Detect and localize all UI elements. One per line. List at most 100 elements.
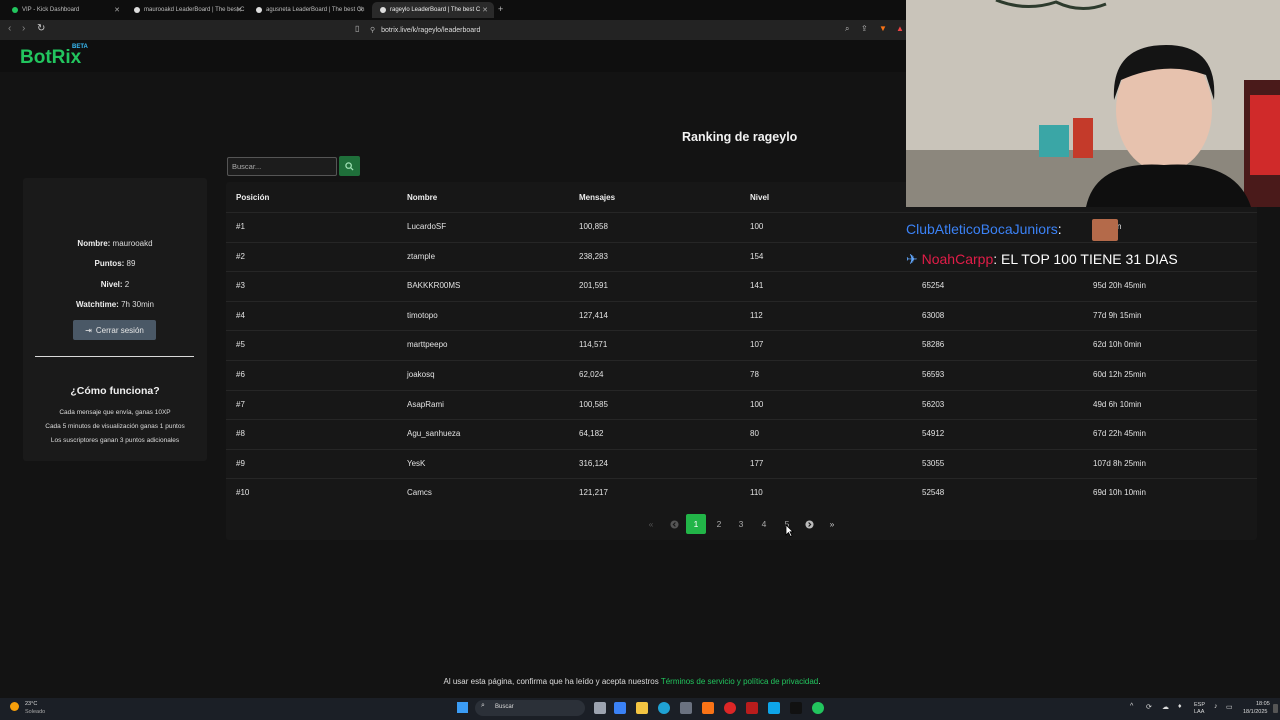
spotify-icon[interactable] [812, 702, 824, 714]
terms-link[interactable]: Términos de servicio y política de priva… [661, 677, 818, 686]
bookmark-icon[interactable]: ▯ [355, 24, 359, 33]
cell-name: joakosq [407, 370, 435, 379]
prev-page-icon[interactable] [664, 514, 684, 534]
page-2-button[interactable]: 2 [709, 514, 729, 534]
cell-watchtime: 69d 10h 10min [1093, 488, 1146, 498]
profile-points: Puntos: 89 [94, 259, 136, 268]
browser-tab[interactable]: VIP - Kick Dashboard ✕ [4, 2, 126, 18]
windows-start-icon[interactable] [457, 702, 468, 713]
cell-position: #1 [236, 222, 245, 231]
zoom-icon[interactable]: ⌕ [845, 24, 849, 34]
share-icon[interactable]: ⇪ [861, 24, 868, 33]
obs-icon[interactable] [746, 702, 758, 714]
battery-icon[interactable]: ▭ [1226, 703, 1233, 711]
page-4-button[interactable]: 4 [754, 514, 774, 534]
last-page-icon[interactable]: » [822, 514, 842, 534]
notes-icon[interactable] [768, 702, 780, 714]
streamer-cam-image [906, 0, 1280, 207]
column-header-position[interactable]: Posición [236, 193, 269, 202]
close-icon[interactable]: ✕ [482, 6, 488, 14]
emote-icon [1092, 219, 1118, 241]
cursor-icon [785, 524, 794, 537]
volume-icon[interactable]: ♪ [1214, 703, 1218, 710]
chat-username: NoahCarpp [921, 251, 994, 267]
divider [35, 356, 194, 357]
task-view-icon[interactable] [594, 702, 606, 714]
cell-level: 78 [750, 370, 759, 379]
cell-points: 65254 [922, 281, 945, 291]
cell-messages: 64,182 [579, 429, 604, 439]
cell-level: 100 [750, 399, 764, 409]
cell-level: 177 [750, 458, 764, 468]
tray-chevron-icon[interactable]: ^ [1130, 703, 1133, 710]
security-icon[interactable]: ♦ [1178, 703, 1182, 710]
cell-watchtime: 49d 6h 10min [1093, 399, 1142, 409]
edge-icon[interactable] [658, 702, 670, 714]
app-icon[interactable] [724, 702, 736, 714]
column-header-name[interactable]: Nombre [407, 193, 437, 202]
capcut-icon[interactable] [790, 702, 802, 714]
page-3-button[interactable]: 3 [731, 514, 751, 534]
browser-tab[interactable]: maurooakd LeaderBoard | The best C ✕ [126, 2, 248, 18]
cell-name: ztample [407, 251, 436, 261]
cell-position: #9 [236, 458, 245, 468]
calculator-icon[interactable] [680, 702, 692, 714]
profile-watchtime: Watchtime: 7h 30min [76, 300, 154, 309]
cell-watchtime: 77d 9h 15min [1093, 310, 1142, 320]
file-explorer-icon[interactable] [636, 702, 648, 714]
cell-position: #4 [236, 310, 245, 320]
cell-position: #7 [236, 399, 245, 409]
language-indicator[interactable]: ESP [1194, 702, 1205, 708]
new-tab-button[interactable]: + [498, 4, 503, 14]
clock-time[interactable]: 18:05 [1256, 701, 1270, 707]
reload-icon[interactable]: ↻ [37, 23, 45, 34]
brave-shield-icon[interactable]: ▼ [879, 24, 887, 33]
first-page-icon[interactable]: « [641, 514, 661, 534]
search-button[interactable] [339, 156, 360, 176]
footer: Al usar esta página, confirma que ha leí… [443, 677, 821, 686]
rewards-icon[interactable]: ▲ [896, 24, 904, 33]
widgets-icon[interactable] [614, 702, 626, 714]
cell-level: 100 [750, 222, 764, 231]
chat-message: ✈ NoahCarpp: EL TOP 100 TIENE 31 DIAS [906, 251, 1178, 267]
cell-messages: 100,858 [579, 222, 608, 231]
weather-icon[interactable] [10, 702, 19, 711]
close-icon[interactable]: ✕ [114, 6, 120, 14]
close-icon[interactable]: ✕ [236, 6, 242, 14]
howto-line: Cada mensaje que envía, ganas 10XP [59, 409, 171, 416]
search-input[interactable] [227, 157, 337, 176]
cell-level: 154 [750, 251, 764, 261]
weather-desc: Soleado [25, 709, 46, 715]
tray-app-icon[interactable]: ☁ [1162, 703, 1169, 711]
chat-message: ClubAtleticoBocaJuniors: [906, 219, 1118, 241]
cell-messages: 62,024 [579, 370, 604, 379]
howto-line: Los suscriptores ganan 3 puntos adiciona… [50, 437, 180, 444]
browser-tab-bar: VIP - Kick Dashboard ✕ maurooakd LeaderBo… [0, 0, 906, 20]
column-header-level[interactable]: Nivel [750, 193, 769, 202]
browser-tab-active[interactable]: rageylo LeaderBoard | The best C ✕ [372, 2, 494, 18]
cell-name: LucardoSF [407, 222, 447, 231]
forward-icon[interactable]: › [22, 23, 25, 34]
clock-date: 18/1/2025 [1243, 709, 1268, 715]
cell-messages: 201,591 [579, 281, 608, 291]
page-1-button[interactable]: 1 [686, 514, 706, 534]
cell-messages: 114,571 [579, 340, 608, 350]
next-page-icon[interactable] [799, 514, 819, 534]
close-icon[interactable]: ✕ [358, 6, 364, 14]
language-indicator-sub: LAA [1194, 709, 1205, 715]
column-header-messages[interactable]: Mensajes [579, 193, 615, 202]
botrix-logo[interactable]: BotRix [20, 47, 81, 69]
cell-messages: 100,585 [579, 399, 608, 409]
brave-icon[interactable] [702, 702, 714, 714]
logout-button[interactable]: ⇥ Cerrar sesión [73, 320, 156, 340]
url-field[interactable]: ⚲ botrix.live/k/rageylo/leaderboard [370, 23, 890, 37]
taskbar-search[interactable]: ⌕ Buscar [475, 700, 585, 716]
notifications-icon[interactable] [1273, 704, 1278, 713]
network-icon[interactable]: ⟳ [1146, 703, 1152, 711]
back-icon[interactable]: ‹ [8, 23, 11, 34]
site-info-icon[interactable]: ⚲ [370, 26, 375, 34]
cell-position: #8 [236, 429, 245, 439]
cell-watchtime: 67d 22h 45min [1093, 429, 1146, 439]
cell-watchtime: 62d 10h 0min [1093, 340, 1142, 350]
browser-tab[interactable]: agusneta LeaderBoard | The best Ch ✕ [248, 2, 370, 18]
